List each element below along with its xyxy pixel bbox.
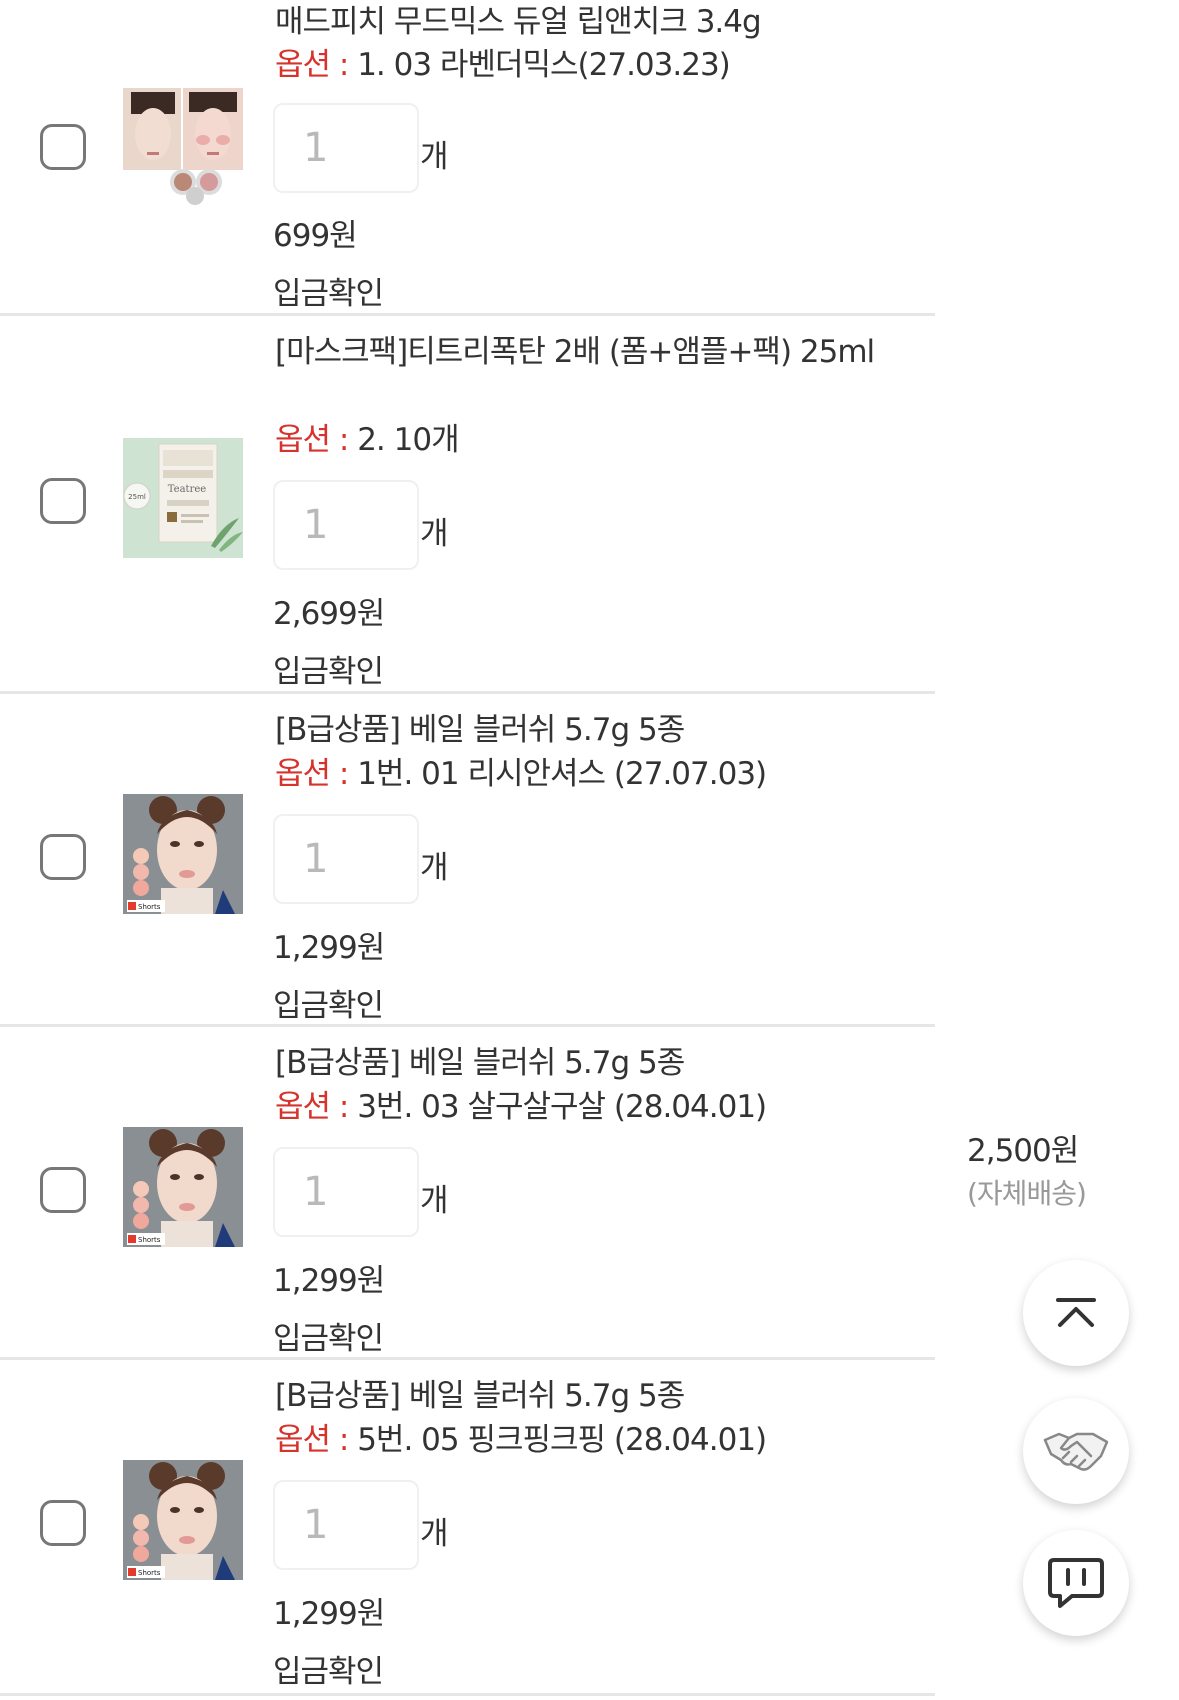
product-option: 옵션 : 5번. 05 핑크핑크핑 (28.04.01) [275,1418,895,1463]
item-price: 1,299원 [273,1596,385,1632]
order-item: 매드피치 무드믹스 듀얼 립앤치크 3.4g 옵션 : 1. 03 라벤더믹스(… [0,0,935,316]
product-thumbnail[interactable]: Shorts [123,1127,243,1247]
product-title[interactable]: [B급상품] 베일 블러쉬 5.7g 5종 [275,1374,875,1419]
option-value: 1번. 01 리시안셔스 (27.07.03) [357,756,767,792]
option-value: 2. 10개 [357,422,459,458]
shorts-badge-text: Shorts [138,1236,161,1244]
option-label: 옵션 : [275,1089,349,1125]
order-status: 입금확인 [273,1654,384,1690]
option-label: 옵션 : [275,422,349,458]
option-label: 옵션 : [275,1422,349,1458]
option-label: 옵션 : [275,756,349,792]
chat-icon [1048,1558,1104,1608]
product-title[interactable]: [B급상품] 베일 블러쉬 5.7g 5종 [275,1041,875,1086]
order-item: Teatree 25ml [마스크팩]티트리폭탄 2배 (폼+앰플+팩) 25m… [0,316,935,694]
product-option: 옵션 : 2. 10개 [275,418,895,463]
product-thumbnail[interactable]: Shorts [123,794,243,914]
quantity-input[interactable]: 1 [273,1480,419,1570]
order-status: 입금확인 [273,988,384,1024]
item-checkbox[interactable] [40,124,86,170]
item-checkbox[interactable] [40,1500,86,1546]
quantity-value: 1 [303,125,329,171]
quantity-input[interactable]: 1 [273,1147,419,1237]
teatree-volume-text: 25ml [128,493,146,501]
quantity-unit: 개 [420,516,449,552]
quantity-input[interactable]: 1 [273,103,419,193]
quantity-value: 1 [303,1502,329,1548]
quantity-value: 1 [303,836,329,882]
product-thumbnail[interactable]: Teatree 25ml [123,438,243,558]
order-status: 입금확인 [273,654,384,690]
item-price: 2,699원 [273,596,385,632]
partnership-button[interactable] [1023,1398,1129,1504]
chat-button[interactable] [1023,1530,1129,1636]
quantity-unit: 개 [420,1516,449,1552]
shipping-fee: 2,500원 [967,1133,1079,1169]
item-price: 699원 [273,218,358,254]
option-label: 옵션 : [275,47,349,83]
quantity-unit: 개 [420,1183,449,1219]
lip-cheek-product-image [123,88,243,208]
product-option: 옵션 : 1번. 01 리시안셔스 (27.07.03) [275,752,895,797]
product-thumbnail[interactable]: Shorts [123,1460,243,1580]
shorts-badge-text: Shorts [138,903,161,911]
veil-blush-product-image: Shorts [123,1460,243,1580]
teatree-brand-text: Teatree [168,484,206,495]
option-value: 1. 03 라벤더믹스(27.03.23) [357,47,731,83]
product-thumbnail[interactable] [123,88,243,208]
quantity-unit: 개 [420,139,449,175]
item-checkbox[interactable] [40,1167,86,1213]
order-status: 입금확인 [273,276,384,312]
option-value: 5번. 05 핑크핑크핑 (28.04.01) [357,1422,767,1458]
handshake-icon [1043,1432,1109,1471]
scroll-top-button[interactable] [1023,1260,1129,1366]
item-checkbox[interactable] [40,478,86,524]
item-checkbox[interactable] [40,834,86,880]
option-value: 3번. 03 살구살구살 (28.04.01) [357,1089,767,1125]
teatree-mask-product-image: Teatree 25ml [123,438,243,558]
item-price: 1,299원 [273,930,385,966]
product-option: 옵션 : 3번. 03 살구살구살 (28.04.01) [275,1085,895,1130]
quantity-input[interactable]: 1 [273,814,419,904]
quantity-input[interactable]: 1 [273,480,419,570]
product-title[interactable]: [마스크팩]티트리폭탄 2배 (폼+앰플+팩) 25ml [275,330,875,375]
product-title[interactable]: 매드피치 무드믹스 듀얼 립앤치크 3.4g [275,0,875,45]
veil-blush-product-image: Shorts [123,1127,243,1247]
scroll-top-icon [1056,1298,1096,1327]
order-item: Shorts [B급상품] 베일 블러쉬 5.7g 5종 옵션 : 3번. 03… [0,1027,935,1360]
item-price: 1,299원 [273,1263,385,1299]
order-item: Shorts [B급상품] 베일 블러쉬 5.7g 5종 옵션 : 1번. 01… [0,694,935,1027]
order-item: Shorts [B급상품] 베일 블러쉬 5.7g 5종 옵션 : 5번. 05… [0,1360,935,1696]
order-status: 입금확인 [273,1321,384,1357]
product-title[interactable]: [B급상품] 베일 블러쉬 5.7g 5종 [275,708,875,753]
shipping-type: (자체배송) [967,1177,1087,1210]
quantity-unit: 개 [420,850,449,886]
order-list-page: 매드피치 무드믹스 듀얼 립앤치크 3.4g 옵션 : 1. 03 라벤더믹스(… [0,0,1179,1700]
shorts-badge-text: Shorts [138,1569,161,1577]
veil-blush-product-image: Shorts [123,794,243,914]
product-option: 옵션 : 1. 03 라벤더믹스(27.03.23) [275,43,895,88]
quantity-value: 1 [303,502,329,548]
quantity-value: 1 [303,1169,329,1215]
